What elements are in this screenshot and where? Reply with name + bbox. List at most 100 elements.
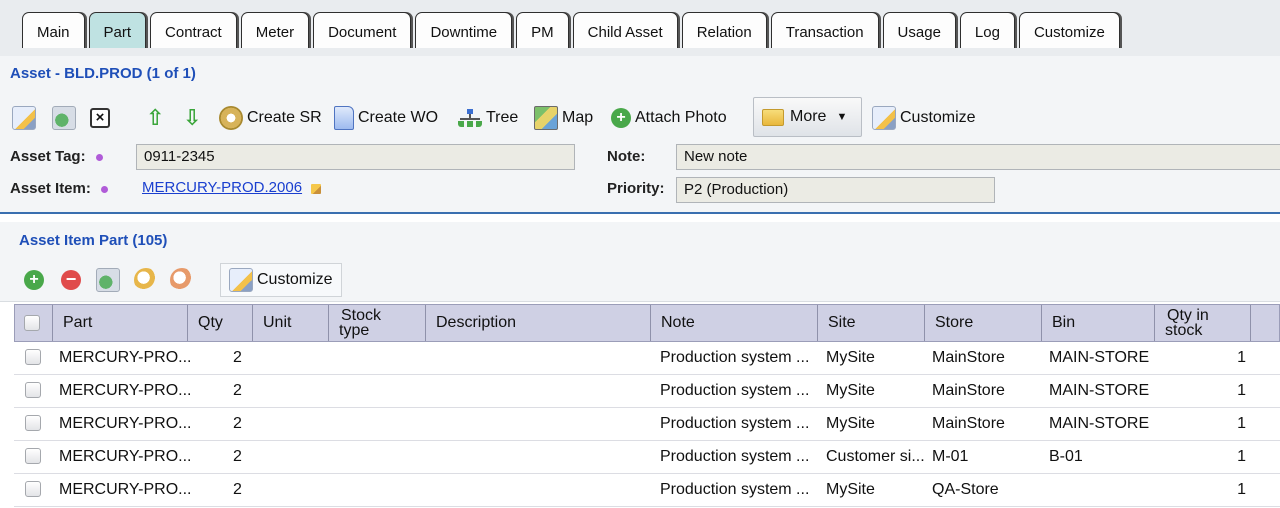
cell-site: MySite bbox=[826, 481, 875, 498]
tab-child-asset[interactable]: Child Asset bbox=[572, 12, 678, 48]
remove-icon[interactable]: − bbox=[61, 270, 81, 290]
cell-qty-in-stock: 1 bbox=[1237, 481, 1246, 498]
create-sr-label: Create SR bbox=[247, 109, 322, 126]
part-customize-button[interactable]: Customize bbox=[220, 263, 342, 297]
cell-store: MainStore bbox=[932, 415, 1005, 432]
edit-button[interactable] bbox=[12, 100, 40, 136]
col-description[interactable]: Description bbox=[426, 305, 651, 341]
more-label: More bbox=[790, 108, 827, 125]
move-down-button[interactable]: ⇩ bbox=[183, 100, 201, 136]
tab-log[interactable]: Log bbox=[959, 12, 1015, 48]
cell-qty: 2 bbox=[233, 382, 242, 399]
asset-tag-field[interactable]: 0911-2345 bbox=[136, 144, 575, 170]
tab-main[interactable]: Main bbox=[22, 12, 85, 48]
document-icon bbox=[334, 106, 354, 130]
col-stock-type-line2: type bbox=[339, 322, 370, 339]
cell-bin: MAIN-STORE bbox=[1049, 382, 1150, 399]
cell-qty-in-stock: 1 bbox=[1237, 382, 1246, 399]
customize-label: Customize bbox=[900, 109, 976, 126]
tab-document[interactable]: Document bbox=[313, 12, 412, 48]
refresh-button[interactable] bbox=[52, 100, 80, 136]
attach-photo-button[interactable]: + Attach Photo bbox=[611, 100, 727, 136]
col-bin[interactable]: Bin bbox=[1042, 305, 1155, 341]
tab-contract[interactable]: Contract bbox=[150, 12, 237, 48]
tab-downtime[interactable]: Downtime bbox=[415, 12, 513, 48]
gears-icon bbox=[219, 106, 243, 130]
row-checkbox[interactable] bbox=[25, 349, 41, 365]
note-field[interactable]: New note bbox=[676, 144, 1280, 170]
grid-header: Part Qty Unit Stock type Description Not… bbox=[14, 304, 1280, 342]
col-unit[interactable]: Unit bbox=[253, 305, 329, 341]
cell-qty-in-stock: 1 bbox=[1237, 415, 1246, 432]
map-button[interactable]: Map bbox=[534, 100, 593, 136]
asset-item-link-text: MERCURY-PROD.2006 bbox=[142, 179, 303, 196]
search-add-icon[interactable] bbox=[134, 268, 158, 292]
customize-button[interactable]: Customize bbox=[872, 100, 976, 136]
table-row[interactable]: MERCURY-PRO... 2 Production system ... MySi… bbox=[14, 408, 1280, 441]
row-checkbox[interactable] bbox=[25, 448, 41, 464]
asset-title: Asset - BLD.PROD (1 of 1) bbox=[0, 56, 1280, 92]
tree-label: Tree bbox=[486, 109, 519, 126]
close-button[interactable]: × bbox=[90, 100, 114, 136]
tab-transaction[interactable]: Transaction bbox=[770, 12, 879, 48]
row-checkbox[interactable] bbox=[25, 481, 41, 497]
cell-site: Customer si... bbox=[826, 448, 925, 465]
cell-note: Production system ... bbox=[660, 415, 810, 432]
tab-meter[interactable]: Meter bbox=[240, 12, 310, 48]
tab-part[interactable]: Part bbox=[88, 12, 147, 48]
col-stock-type[interactable]: Stock type bbox=[329, 305, 426, 341]
cell-qty: 2 bbox=[233, 349, 242, 366]
part-toolbar: + − Customize bbox=[0, 258, 1280, 302]
refresh-icon[interactable] bbox=[96, 268, 120, 292]
tree-icon bbox=[458, 109, 482, 127]
col-qty-in-stock[interactable]: Qty in stock bbox=[1155, 305, 1251, 341]
cell-part: MERCURY-PRO... bbox=[59, 448, 192, 465]
tree-button[interactable]: Tree bbox=[458, 100, 518, 136]
create-wo-button[interactable]: Create WO bbox=[334, 100, 438, 136]
tab-relation[interactable]: Relation bbox=[681, 12, 767, 48]
pencil-icon[interactable] bbox=[311, 184, 321, 194]
select-all-column bbox=[15, 305, 53, 341]
col-stock-type-line1: Stock bbox=[341, 307, 382, 324]
create-sr-button[interactable]: Create SR bbox=[219, 100, 322, 136]
cell-store: MainStore bbox=[932, 349, 1005, 366]
col-qty[interactable]: Qty bbox=[188, 305, 253, 341]
col-part[interactable]: Part bbox=[53, 305, 188, 341]
cell-part: MERCURY-PRO... bbox=[59, 481, 192, 498]
search-remove-icon[interactable] bbox=[170, 268, 194, 292]
col-note[interactable]: Note bbox=[651, 305, 818, 341]
tab-customize[interactable]: Customize bbox=[1018, 12, 1120, 48]
cell-store: MainStore bbox=[932, 382, 1005, 399]
col-site[interactable]: Site bbox=[818, 305, 925, 341]
more-dropdown[interactable]: More ▼ bbox=[753, 97, 862, 137]
tab-usage[interactable]: Usage bbox=[882, 12, 956, 48]
cell-part: MERCURY-PRO... bbox=[59, 382, 192, 399]
tab-pm[interactable]: PM bbox=[516, 12, 569, 48]
customize-icon bbox=[872, 106, 896, 130]
table-row[interactable]: MERCURY-PRO... 2 Production system ... MySi… bbox=[14, 375, 1280, 408]
required-dot-icon bbox=[95, 153, 103, 161]
arrow-down-icon: ⇩ bbox=[183, 105, 202, 130]
add-icon[interactable]: + bbox=[24, 270, 44, 290]
col-store[interactable]: Store bbox=[925, 305, 1042, 341]
priority-field[interactable]: P2 (Production) bbox=[676, 177, 995, 203]
required-dot-icon bbox=[100, 185, 108, 193]
move-up-button[interactable]: ⇧ bbox=[146, 100, 164, 136]
edit-icon bbox=[12, 106, 36, 130]
cell-bin: MAIN-STORE bbox=[1049, 349, 1150, 366]
select-all-checkbox[interactable] bbox=[24, 315, 40, 331]
cell-qty: 2 bbox=[233, 448, 242, 465]
asset-item-link[interactable]: MERCURY-PROD.2006 bbox=[142, 179, 302, 196]
col-qty-in-stock-line2: stock bbox=[1165, 322, 1203, 339]
row-checkbox[interactable] bbox=[25, 415, 41, 431]
folder-icon bbox=[762, 108, 784, 126]
table-row[interactable]: MERCURY-PRO... 2 Production system ... MySi… bbox=[14, 342, 1280, 375]
row-checkbox[interactable] bbox=[25, 382, 41, 398]
table-row[interactable]: MERCURY-PRO... 2 Production system ... MySi… bbox=[14, 474, 1280, 507]
plus-circle-icon: + bbox=[611, 108, 631, 128]
map-icon bbox=[534, 106, 558, 130]
cell-note: Production system ... bbox=[660, 481, 810, 498]
table-row[interactable]: MERCURY-PRO... 2 Production system ... Cust… bbox=[14, 441, 1280, 474]
asset-item-label-text: Asset Item: bbox=[10, 180, 91, 197]
customize-icon bbox=[229, 268, 253, 292]
